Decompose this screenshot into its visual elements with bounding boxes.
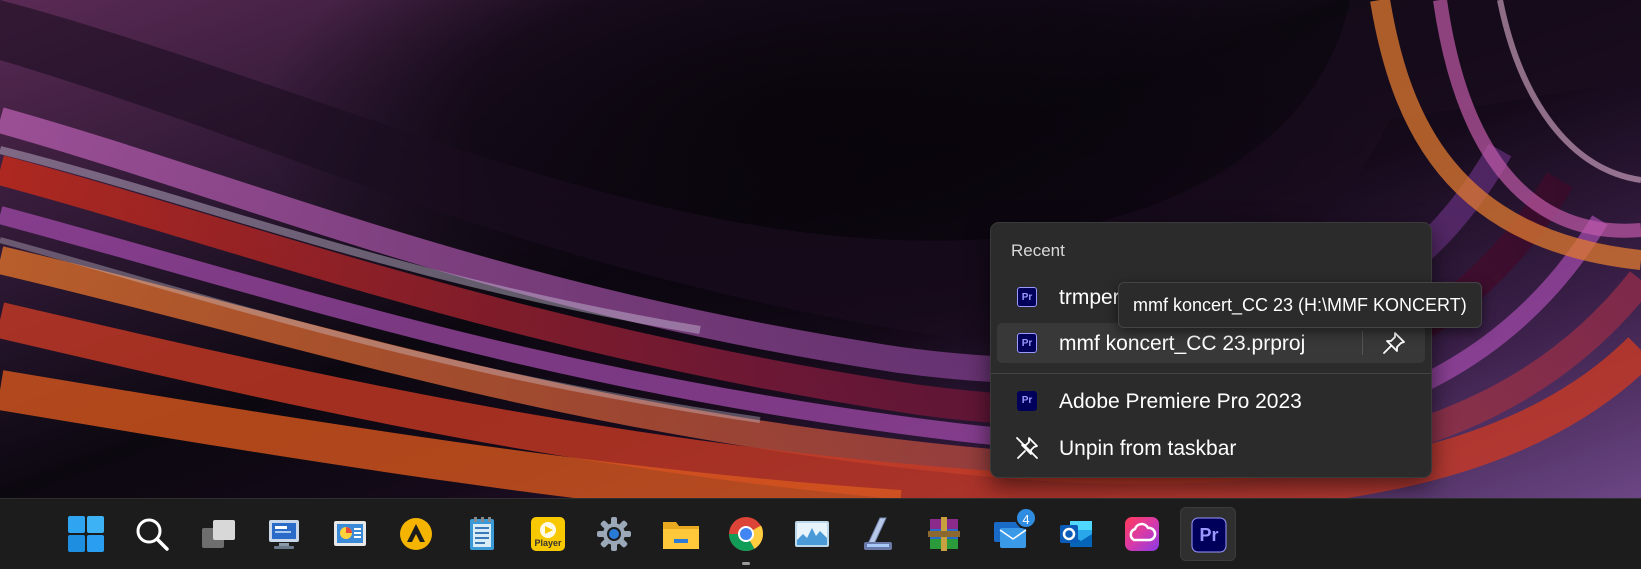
media-player-button[interactable]: Player xyxy=(520,507,576,561)
winrar-icon xyxy=(928,517,960,551)
pin-to-list-button[interactable] xyxy=(1377,329,1409,357)
winrar-button[interactable] xyxy=(916,507,972,561)
file-explorer-icon xyxy=(663,522,699,549)
presentation-button[interactable] xyxy=(322,507,378,561)
chrome-icon xyxy=(729,517,764,551)
settings-button[interactable] xyxy=(586,507,642,561)
creative-cloud-button[interactable] xyxy=(1114,507,1170,561)
app-name-label: Adobe Premiere Pro 2023 xyxy=(1059,390,1302,413)
recent-item-label: mmf koncert_CC 23.prproj xyxy=(1059,332,1306,355)
task-view-icon xyxy=(202,520,235,548)
scanner-icon xyxy=(864,517,892,550)
aimp-button[interactable] xyxy=(388,507,444,561)
file-path-tooltip: mmf koncert_CC 23 (H:\MMF KONCERT) xyxy=(1118,282,1482,328)
creative-cloud-icon xyxy=(1125,517,1159,551)
aimp-icon xyxy=(400,518,432,550)
search-button[interactable] xyxy=(124,507,180,561)
recent-section-title: Recent xyxy=(1011,241,1065,260)
notification-badge: 4 xyxy=(1015,507,1037,529)
open-premiere-pro-item[interactable]: Pr Adobe Premiere Pro 2023 xyxy=(997,381,1425,421)
outlook-button[interactable] xyxy=(1048,507,1104,561)
player-label: Player xyxy=(534,538,562,548)
unpin-label: Unpin from taskbar xyxy=(1059,437,1237,460)
remote-desktop-button[interactable] xyxy=(256,507,312,561)
mail-button[interactable]: 4 xyxy=(982,507,1038,561)
settings-icon xyxy=(597,517,631,551)
recent-item-mmf-koncert[interactable]: Pr mmf koncert_CC 23.prproj xyxy=(997,323,1425,363)
pin-icon xyxy=(1383,332,1405,354)
notepad-icon xyxy=(470,517,494,550)
task-view-button[interactable] xyxy=(190,507,246,561)
menu-divider xyxy=(991,373,1431,374)
notepad-button[interactable] xyxy=(454,507,510,561)
premiere-project-icon: Pr xyxy=(1017,287,1037,307)
resource-monitor-button[interactable] xyxy=(784,507,840,561)
jump-list-menu: Recent Pr trmper Pr mmf koncert_CC 23.pr… xyxy=(990,222,1432,478)
unpin-icon xyxy=(1016,437,1038,459)
outlook-icon xyxy=(1060,521,1092,547)
premiere-project-icon: Pr xyxy=(1017,333,1037,353)
presentation-icon xyxy=(334,521,366,546)
start-icon xyxy=(68,516,104,552)
premiere-pro-app-icon: Pr xyxy=(1017,391,1037,411)
unpin-from-taskbar-item[interactable]: Unpin from taskbar xyxy=(997,428,1425,468)
start-button[interactable] xyxy=(58,507,114,561)
search-icon xyxy=(136,518,169,551)
file-explorer-button[interactable] xyxy=(652,507,708,561)
premiere-glyph: Pr xyxy=(1199,525,1219,545)
taskbar: Player 4 Pr xyxy=(0,498,1641,569)
premiere-pro-button[interactable]: Pr xyxy=(1180,507,1236,561)
running-indicator xyxy=(742,562,750,565)
remote-desktop-icon xyxy=(269,520,299,549)
pin-separator xyxy=(1362,331,1363,355)
recent-item-label: trmper xyxy=(1059,286,1120,309)
chrome-button[interactable] xyxy=(718,507,774,565)
scanner-button[interactable] xyxy=(850,507,906,561)
resource-monitor-icon xyxy=(795,521,829,547)
